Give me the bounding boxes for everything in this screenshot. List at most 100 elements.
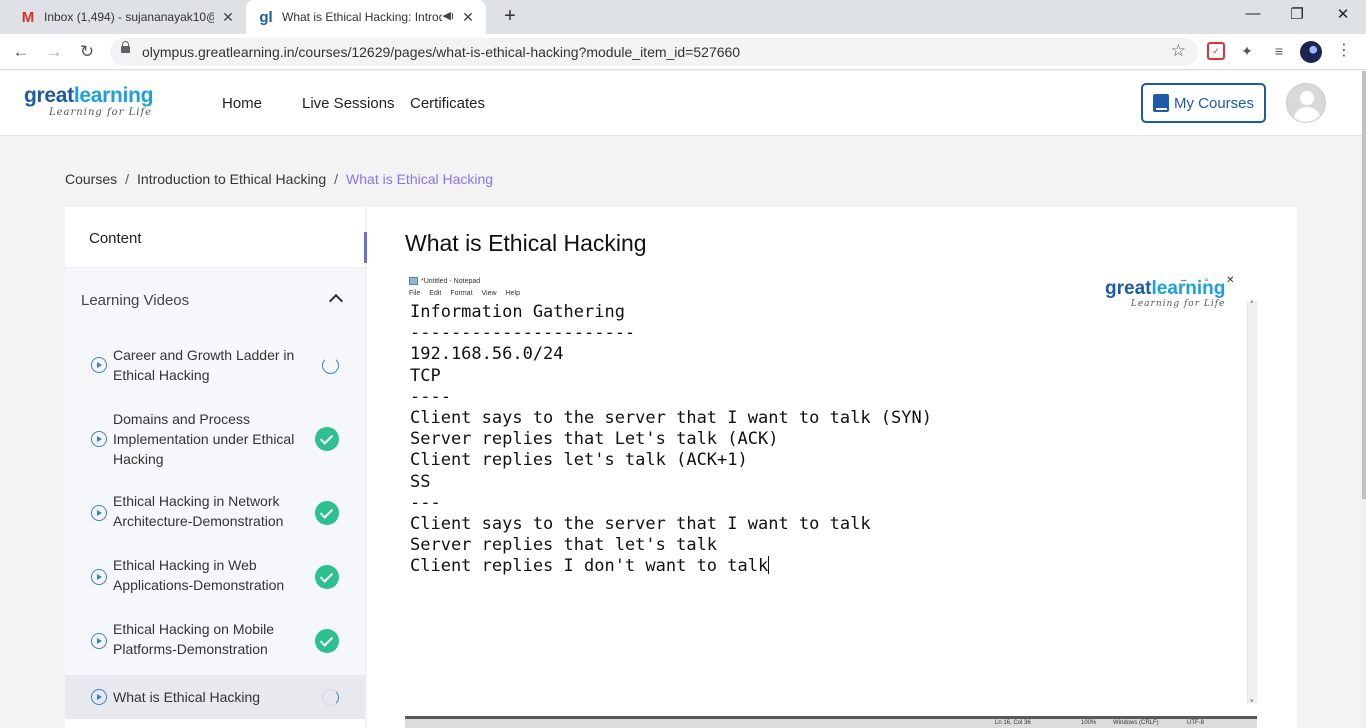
status-zoom: 100% [1081, 720, 1097, 726]
notepad-status-bar: Ln 16, Col 36 100% Windows (CRLF) UTF-8 [405, 716, 1257, 728]
notepad-menu-edit: Edit [429, 290, 442, 297]
restore-icon[interactable]: ❐ [1285, 5, 1309, 27]
nav-certificates[interactable]: Certificates [410, 95, 485, 112]
notepad-menu-help: Help [505, 290, 520, 297]
status-encoding: UTF-8 [1187, 720, 1204, 726]
site-header: greatlearning Learning for Life Home Liv… [0, 71, 1362, 136]
code-line: ---- [410, 386, 451, 407]
notepad-menu: File Edit Format View Help [409, 290, 520, 297]
play-circle-icon [91, 569, 107, 585]
code-line: Server replies that Let's talk (ACK) [410, 429, 779, 450]
sidebar-header: Content [65, 207, 365, 267]
page-scrollbar[interactable] [1362, 71, 1366, 728]
lock-icon[interactable] [121, 41, 130, 53]
module-item-list: Career and Growth Ladder in Ethical Hack… [65, 333, 365, 719]
url-text[interactable]: olympus.greatlearning.in/courses/12629/p… [142, 44, 740, 60]
bookmark-star-icon[interactable]: ☆ [1171, 41, 1186, 61]
tab-title: Inbox (1,494) - sujananayak10@gmail.com [44, 10, 214, 24]
greatlearning-icon: gl [259, 8, 273, 26]
code-line: SS [410, 471, 431, 492]
main-content: What is Ethical Hacking *Untitled - Note… [367, 207, 1297, 728]
notepad-title: *Untitled - Notepad [421, 277, 481, 285]
watermark-learning: learning [1151, 278, 1226, 299]
gmail-icon: M [21, 8, 35, 26]
video-player[interactable]: *Untitled - Notepad File Edit Format Vie… [405, 273, 1257, 728]
back-icon[interactable]: ← [10, 41, 32, 63]
pocket-extension-icon[interactable]: ✓ [1207, 42, 1225, 60]
code-line: --- [410, 492, 441, 513]
item-label: What is Ethical Hacking [113, 689, 261, 705]
code-line: TCP [410, 365, 441, 386]
reload-icon[interactable]: ↻ [76, 41, 98, 63]
audio-icon[interactable]: ◀ı [442, 9, 454, 22]
book-icon [1152, 94, 1169, 112]
minimize-icon[interactable]: — [1241, 5, 1265, 27]
breadcrumb-course[interactable]: Introduction to Ethical Hacking [137, 171, 326, 187]
notepad-close-icon: ✕ [1226, 275, 1235, 286]
play-circle-icon [91, 633, 107, 649]
module-header-learning-videos[interactable]: Learning Videos [65, 267, 365, 333]
browser-menu-icon[interactable]: ⋮ [1335, 42, 1353, 60]
list-item[interactable]: Ethical Hacking in Web Applications-Demo… [65, 545, 365, 609]
logo-text-great: great [24, 84, 74, 107]
page-title: What is Ethical Hacking [405, 230, 647, 256]
code-line: Information Gathering [410, 302, 625, 322]
notepad-titlebar: *Untitled - Notepad [409, 277, 480, 285]
item-label: Ethical Hacking on Mobile Platforms-Demo… [113, 621, 275, 657]
greatlearning-logo[interactable]: greatlearning Learning for Life [24, 84, 153, 119]
notepad-icon [409, 277, 418, 285]
notepad-menu-view: View [481, 290, 497, 297]
chevron-up-icon[interactable] [328, 293, 344, 309]
list-item-current[interactable]: What is Ethical Hacking [65, 675, 365, 719]
code-line: ---------------------- [410, 323, 636, 344]
forward-icon[interactable]: → [43, 41, 65, 63]
complete-check-icon [315, 501, 339, 525]
browser-toolbar: ← → ↻ olympus.greatlearning.in/courses/1… [0, 34, 1366, 70]
tab-ethical-hacking[interactable]: gl What is Ethical Hacking: Introduction… [246, 0, 486, 34]
browser-profile-icon[interactable] [1300, 41, 1322, 63]
code-line: Server replies that let's talk [410, 535, 718, 556]
complete-check-icon [315, 629, 339, 653]
close-window-icon[interactable]: ✕ [1331, 5, 1355, 27]
close-tab-icon[interactable]: ✕ [220, 9, 236, 25]
complete-check-icon [315, 565, 339, 589]
play-circle-icon [91, 431, 107, 447]
code-line: Client says to the server that I want to… [410, 408, 932, 429]
code-line: 192.168.56.0/24 [410, 344, 564, 365]
text-caret [768, 556, 770, 575]
list-item[interactable]: Ethical Hacking in Network Architecture-… [65, 481, 365, 545]
list-item[interactable]: Career and Growth Ladder in Ethical Hack… [65, 333, 365, 397]
breadcrumb: Courses / Introduction to Ethical Hacking /… [65, 171, 494, 187]
play-circle-icon [91, 505, 107, 521]
item-label: Career and Growth Ladder in Ethical Hack… [113, 347, 295, 383]
list-item[interactable]: Domains and Process Implementation under… [65, 397, 365, 481]
my-courses-button[interactable]: My Courses [1141, 83, 1266, 123]
close-tab-icon[interactable]: ✕ [460, 9, 476, 25]
complete-check-icon [315, 427, 339, 451]
list-item[interactable]: Ethical Hacking on Mobile Platforms-Demo… [65, 609, 365, 675]
play-circle-icon [91, 689, 107, 705]
item-label: Ethical Hacking in Network Architecture-… [113, 493, 284, 529]
code-line: Client replies I don't want to talk [410, 556, 769, 577]
browser-tabstrip: M Inbox (1,494) - sujananayak10@gmail.co… [0, 0, 1366, 34]
nav-live-sessions[interactable]: Live Sessions [302, 95, 395, 112]
media-control-icon[interactable]: ≡ [1270, 42, 1288, 60]
my-courses-label: My Courses [1173, 94, 1255, 112]
nav-home[interactable]: Home [222, 95, 262, 112]
status-position: Ln 16, Col 36 [995, 720, 1031, 726]
breadcrumb-courses[interactable]: Courses [65, 171, 117, 187]
watermark-great: great [1105, 278, 1152, 299]
item-label: Domains and Process Implementation under… [113, 411, 295, 467]
module-title: Learning Videos [81, 292, 190, 309]
item-label: Ethical Hacking in Web Applications-Demo… [113, 557, 285, 593]
new-tab-button[interactable]: + [499, 6, 521, 28]
notepad-code-text: Information Gathering -------------------… [410, 302, 932, 578]
in-progress-icon [322, 357, 339, 374]
avatar[interactable] [1286, 83, 1326, 123]
address-bar[interactable]: olympus.greatlearning.in/courses/12629/p… [110, 38, 1198, 66]
extensions-puzzle-icon[interactable]: ✦ [1238, 42, 1256, 60]
tab-gmail[interactable]: M Inbox (1,494) - sujananayak10@gmail.co… [0, 0, 246, 34]
notepad-menu-file: File [409, 290, 421, 297]
tab-title: What is Ethical Hacking: Introduction [282, 10, 442, 24]
status-eol: Windows (CRLF) [1113, 720, 1159, 726]
